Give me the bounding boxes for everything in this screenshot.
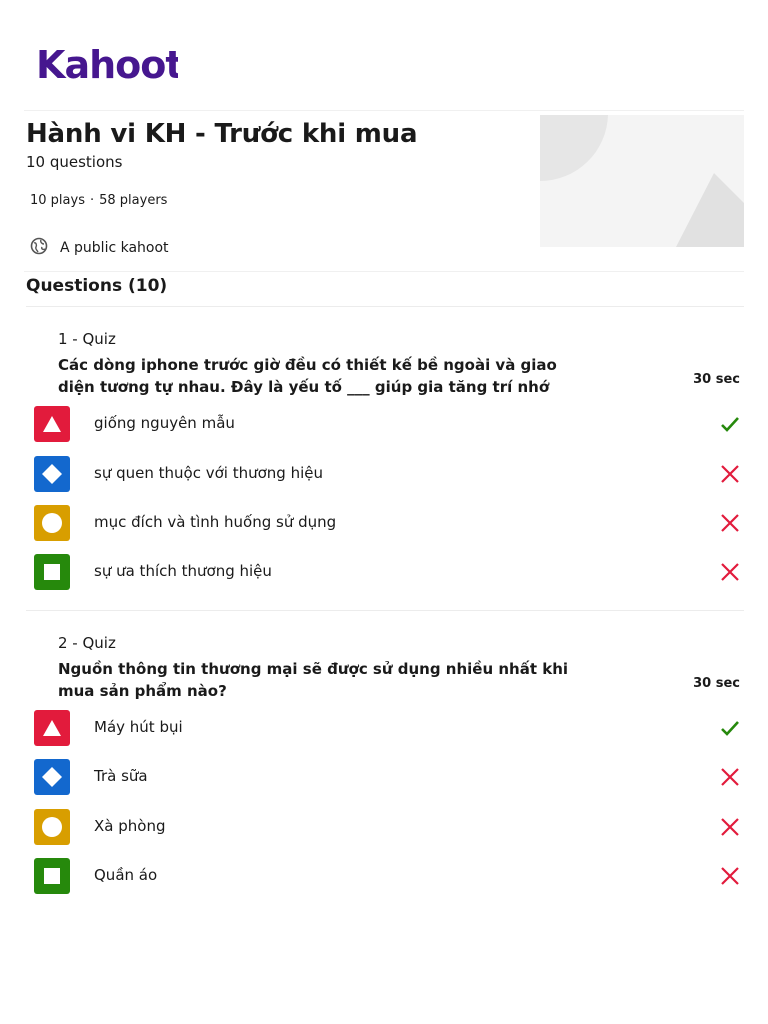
answer-row: giống nguyên mẫu xyxy=(34,406,744,442)
cover-image xyxy=(540,115,744,247)
answer-row: Xà phòng xyxy=(34,809,744,845)
svg-text:Kahoot!: Kahoot! xyxy=(36,43,178,87)
cross-icon xyxy=(720,562,740,582)
question-card[interactable]: 1 - Quiz Các dòng iphone trước giờ đều c… xyxy=(26,330,744,610)
checkmark-icon xyxy=(720,414,740,434)
answer-row: Trà sữa xyxy=(34,759,744,795)
diamond-icon xyxy=(34,456,70,492)
players-count: 58 players xyxy=(99,193,168,208)
circle-icon xyxy=(34,505,70,541)
cross-icon xyxy=(720,513,740,533)
time-limit: 30 sec xyxy=(693,676,740,691)
plays-count: 10 plays xyxy=(30,193,85,208)
square-icon xyxy=(34,554,70,590)
answer-row: Quần áo xyxy=(34,858,744,894)
answer-row: sự ưa thích thương hiệu xyxy=(34,554,744,590)
questions-heading: Questions (10) xyxy=(26,276,168,296)
answer-text: Máy hút bụi xyxy=(94,718,183,736)
answer-text: giống nguyên mẫu xyxy=(94,414,235,432)
play-stats: 10 plays · 58 players xyxy=(30,193,167,208)
answer-text: mục đích và tình huống sử dụng xyxy=(94,513,337,531)
cross-icon xyxy=(720,817,740,837)
circle-icon xyxy=(34,809,70,845)
question-type-label: 1 - Quiz xyxy=(58,330,116,348)
checkmark-icon xyxy=(720,718,740,738)
triangle-icon xyxy=(34,710,70,746)
answer-row: Máy hút bụi xyxy=(34,710,744,746)
answer-text: sự quen thuộc với thương hiệu xyxy=(94,464,323,482)
kahoot-title: Hành vi KH - Trước khi mua xyxy=(26,119,418,149)
triangle-icon xyxy=(34,406,70,442)
diamond-icon xyxy=(34,759,70,795)
cross-icon xyxy=(720,767,740,787)
answer-text: Trà sữa xyxy=(94,767,148,785)
visibility-row: A public kahoot xyxy=(30,237,169,259)
answer-row: sự quen thuộc với thương hiệu xyxy=(34,456,744,492)
stats-separator: · xyxy=(89,193,95,208)
cross-icon xyxy=(720,464,740,484)
divider xyxy=(26,610,744,611)
divider xyxy=(26,306,744,307)
cross-icon xyxy=(720,866,740,886)
question-text: Nguồn thông tin thương mại sẽ được sử dụ… xyxy=(58,660,569,700)
answer-text: Xà phòng xyxy=(94,817,166,835)
question-type-label: 2 - Quiz xyxy=(58,634,116,652)
question-count: 10 questions xyxy=(26,153,123,171)
visibility-label: A public kahoot xyxy=(60,240,169,256)
question-text: Các dòng iphone trước giờ đều có thiết k… xyxy=(58,356,557,396)
square-icon xyxy=(34,858,70,894)
answer-text: Quần áo xyxy=(94,866,158,884)
question-card[interactable]: 2 - Quiz Nguồn thông tin thương mại sẽ đ… xyxy=(26,634,744,914)
kahoot-logo[interactable]: Kahoot! xyxy=(36,40,178,88)
kahoot-summary-card: Hành vi KH - Trước khi mua 10 questions … xyxy=(24,110,744,272)
time-limit: 30 sec xyxy=(693,372,740,387)
globe-icon xyxy=(30,237,48,259)
answer-text: sự ưa thích thương hiệu xyxy=(94,562,272,580)
answer-row: mục đích và tình huống sử dụng xyxy=(34,505,744,541)
